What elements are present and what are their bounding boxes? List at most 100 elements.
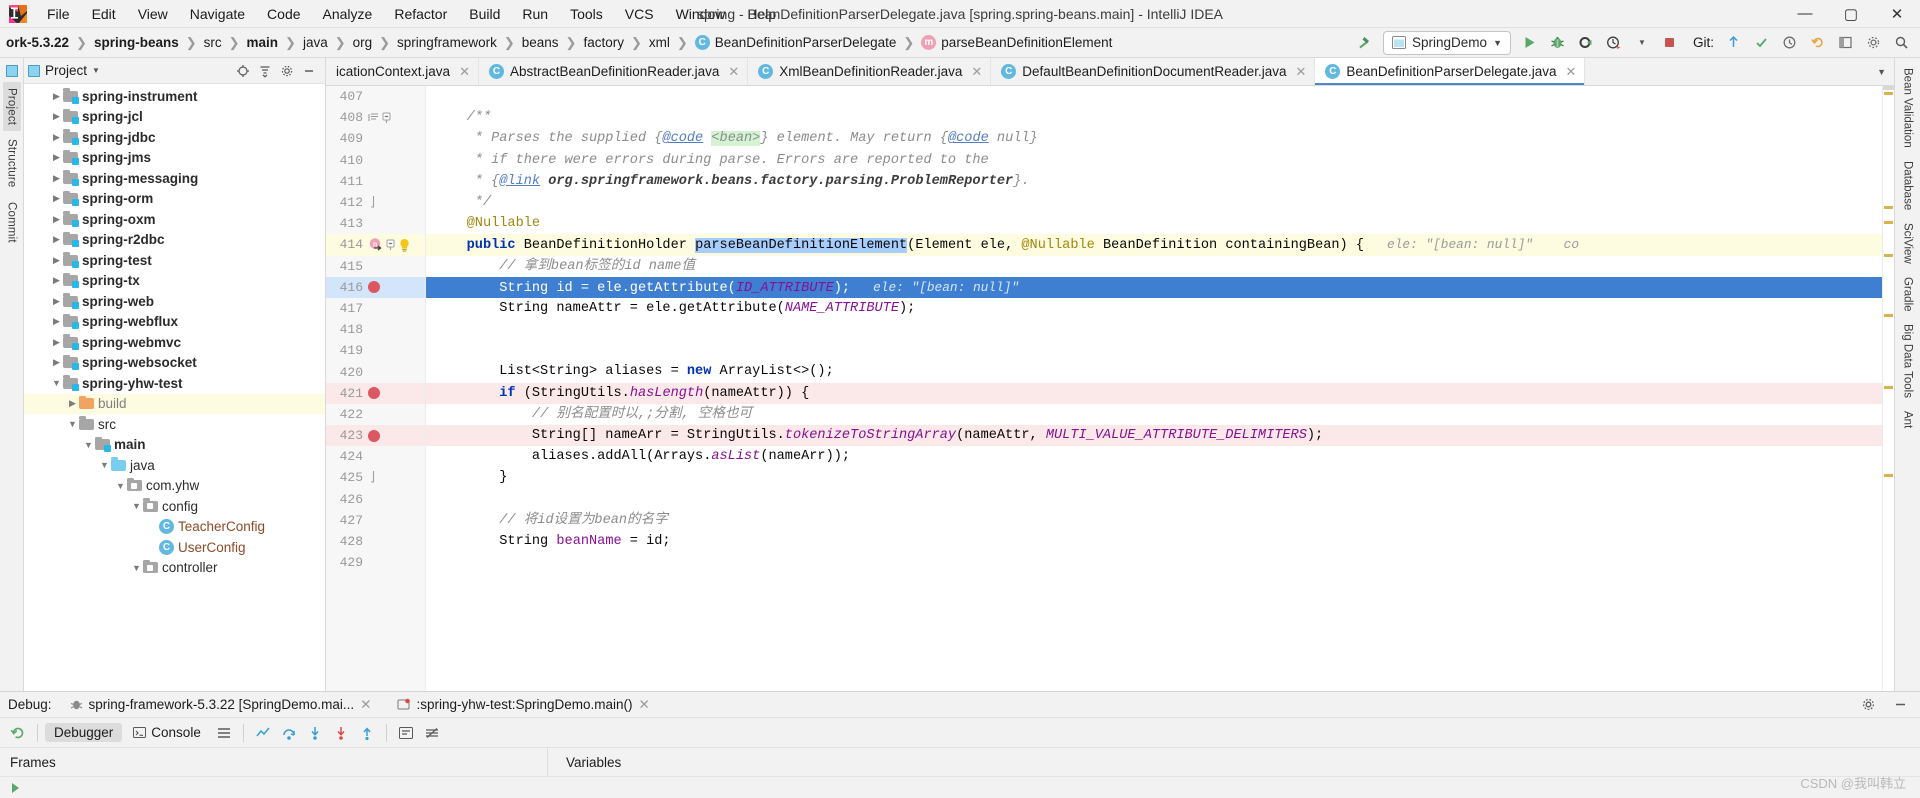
error-stripe-markers[interactable]: [1882, 86, 1894, 691]
chevron-down-icon[interactable]: ▼: [130, 563, 143, 573]
tree-node-spring-yhw-test[interactable]: ▼ spring-yhw-test: [24, 373, 325, 394]
code-line[interactable]: @Nullable: [426, 213, 1882, 234]
git-commit-button[interactable]: [1748, 31, 1774, 55]
minimize-button[interactable]: —: [1782, 0, 1828, 28]
maximize-button[interactable]: ▢: [1828, 0, 1874, 28]
close-icon[interactable]: ✕: [1295, 64, 1306, 80]
fold-open-icon[interactable]: [381, 111, 392, 124]
breakpoint-icon[interactable]: [368, 429, 380, 442]
code-line[interactable]: String id = ele.getAttribute(ID_ATTRIBUT…: [426, 276, 1882, 298]
breadcrumb-item-src[interactable]: src: [198, 28, 228, 57]
method-execution-icon[interactable]: m: [368, 237, 383, 252]
sidebar-item-database[interactable]: Database: [1898, 155, 1918, 216]
code-line[interactable]: }: [426, 467, 1882, 488]
menu-run[interactable]: Run: [511, 3, 559, 25]
gutter-line[interactable]: 418: [326, 319, 425, 340]
debug-button[interactable]: [1545, 31, 1571, 55]
step-out-button[interactable]: [355, 722, 379, 744]
tree-node-teacherconfig[interactable]: ▶CTeacherConfig: [24, 517, 325, 538]
debug-session-tab-2[interactable]: :spring-yhw-test:SpringDemo.main() ✕: [389, 695, 657, 715]
close-button[interactable]: ✕: [1874, 0, 1920, 28]
code-line[interactable]: String[] nameArr = StringUtils.tokenizeT…: [426, 425, 1882, 447]
scrollbar-thumb[interactable]: [1883, 86, 1894, 90]
fold-close-icon[interactable]: [368, 471, 379, 484]
gutter-line[interactable]: 412: [326, 192, 425, 213]
run-button[interactable]: [1517, 31, 1543, 55]
gutter-line[interactable]: 415: [326, 256, 425, 277]
chevron-down-icon[interactable]: ▼: [82, 440, 95, 450]
intention-bulb-icon[interactable]: [398, 238, 411, 252]
chevron-down-icon[interactable]: ▼: [50, 378, 63, 388]
editor-tab-icationcontext-java[interactable]: icationContext.java ✕: [326, 58, 479, 85]
hide-panel-icon[interactable]: [300, 62, 318, 80]
breadcrumb-item-main[interactable]: main: [241, 28, 285, 57]
sidebar-item-commit[interactable]: Commit: [3, 196, 21, 249]
gutter-line[interactable]: 420: [326, 361, 425, 382]
profiler-dropdown[interactable]: ▼: [1629, 31, 1655, 55]
editor-tab-defaultbeandefinitiondocumentreader-java[interactable]: C DefaultBeanDefinitionDocumentReader.jav…: [991, 58, 1316, 85]
code-line[interactable]: [426, 86, 1882, 107]
tree-node-spring-webmvc[interactable]: ▶ spring-webmvc: [24, 332, 325, 353]
run-with-coverage-button[interactable]: [1573, 31, 1599, 55]
gutter-line[interactable]: 410: [326, 150, 425, 171]
evaluate-expression-button[interactable]: [394, 722, 418, 744]
breadcrumb-item-ork-5-3-22[interactable]: ork-5.3.22: [0, 28, 75, 57]
gutter-line[interactable]: 417: [326, 298, 425, 319]
menu-code[interactable]: Code: [256, 3, 311, 25]
tree-node-spring-jcl[interactable]: ▶ spring-jcl: [24, 107, 325, 128]
breadcrumb-item-factory[interactable]: factory: [577, 28, 630, 57]
tree-node-spring-messaging[interactable]: ▶ spring-messaging: [24, 168, 325, 189]
sidebar-item-gradle[interactable]: Gradle: [1898, 271, 1918, 318]
tree-node-spring-websocket[interactable]: ▶ spring-websocket: [24, 353, 325, 374]
chevron-right-icon[interactable]: ▶: [50, 193, 63, 204]
gutter-line[interactable]: 408: [326, 107, 425, 128]
code-line[interactable]: // 别名配置时以,;分割, 空格也可: [426, 404, 1882, 425]
tree-node-spring-tx[interactable]: ▶ spring-tx: [24, 271, 325, 292]
tree-node-spring-webflux[interactable]: ▶ spring-webflux: [24, 312, 325, 333]
rerun-button[interactable]: [6, 722, 30, 744]
gutter-line[interactable]: 421: [326, 382, 425, 404]
tree-node-spring-web[interactable]: ▶ spring-web: [24, 291, 325, 312]
code-line[interactable]: [426, 340, 1882, 361]
code-line[interactable]: String nameAttr = ele.getAttribute(NAME_…: [426, 298, 1882, 319]
gutter-line[interactable]: 413: [326, 213, 425, 234]
code-line[interactable]: [426, 552, 1882, 573]
close-icon[interactable]: ✕: [459, 64, 470, 80]
close-icon[interactable]: ✕: [728, 64, 739, 80]
code-line[interactable]: // 将id设置为bean的名字: [426, 510, 1882, 531]
git-rollback-button[interactable]: [1804, 31, 1830, 55]
code-line[interactable]: * Parses the supplied {@code <bean>} ele…: [426, 128, 1882, 149]
tree-node-controller[interactable]: ▼ controller: [24, 558, 325, 579]
sidebar-item-ant[interactable]: Ant: [1898, 405, 1918, 434]
step-into-button[interactable]: [303, 722, 327, 744]
fold-close-icon[interactable]: [368, 196, 379, 209]
code-line[interactable]: [426, 319, 1882, 340]
gutter-line[interactable]: 414 m: [326, 234, 425, 256]
breadcrumb-item-java[interactable]: java: [297, 28, 334, 57]
tab-overflow-icon[interactable]: ▼: [1873, 67, 1890, 77]
tree-node-main[interactable]: ▼ main: [24, 435, 325, 456]
run-configuration-selector[interactable]: SpringDemo ▼: [1383, 30, 1511, 55]
chevron-right-icon[interactable]: ▶: [50, 234, 63, 245]
gutter-line[interactable]: 409: [326, 128, 425, 149]
menu-window[interactable]: Window: [665, 3, 737, 25]
chevron-right-icon[interactable]: ▶: [66, 398, 79, 409]
gutter-line[interactable]: 429: [326, 552, 425, 573]
tree-node-spring-jdbc[interactable]: ▶ spring-jdbc: [24, 127, 325, 148]
code-line[interactable]: /**: [426, 107, 1882, 128]
breadcrumb-item-beandefinitionparserdelegate[interactable]: C BeanDefinitionParserDelegate: [689, 28, 903, 57]
code-line[interactable]: [426, 489, 1882, 510]
breadcrumb-item-parsebeandefinitionelement[interactable]: m parseBeanDefinitionElement: [915, 28, 1118, 57]
chevron-right-icon[interactable]: ▶: [50, 152, 63, 163]
chevron-right-icon[interactable]: ▶: [50, 357, 63, 368]
panel-settings-icon[interactable]: [278, 62, 296, 80]
mute-breakpoints-button[interactable]: [420, 722, 444, 744]
tree-node-build[interactable]: ▶ build: [24, 393, 325, 414]
sidebar-item-structure[interactable]: Structure: [3, 133, 21, 193]
debug-hide-icon[interactable]: [1888, 694, 1912, 716]
layout-button[interactable]: [1832, 31, 1858, 55]
gutter-line[interactable]: 419: [326, 340, 425, 361]
chevron-down-icon[interactable]: ▼: [114, 481, 127, 491]
tab-debugger[interactable]: Debugger: [45, 723, 123, 742]
chevron-down-icon[interactable]: ▼: [92, 66, 100, 75]
